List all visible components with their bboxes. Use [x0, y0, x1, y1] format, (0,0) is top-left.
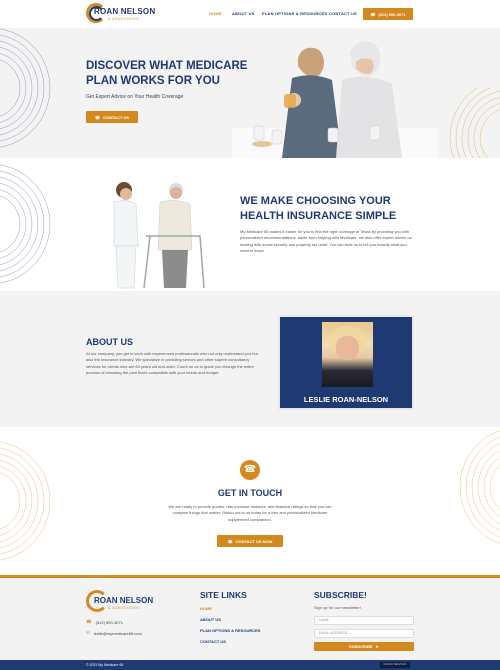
decorative-arcs-left — [0, 164, 51, 284]
subscribe-text: Sign up for our newsletter! — [314, 605, 361, 610]
photo-face — [336, 336, 359, 360]
footer-link-home[interactable]: HOME — [200, 606, 212, 611]
design-badge[interactable]: DESIGN SERVICES — [380, 662, 410, 668]
hero-image-two-women — [232, 41, 438, 158]
newsletter-email-input[interactable]: EMAIL ADDRESS — [314, 629, 414, 638]
subscribe-button[interactable]: SUBSCRIBE ➤ — [314, 642, 414, 651]
copyright-text: © 2021 My Medicare 65 — [86, 663, 124, 667]
footer-link-plan-options[interactable]: PLAN OPTIONS & RESOURCES — [200, 628, 260, 633]
get-in-touch-section: ☎ GET IN TOUCH We are ready to provide q… — [0, 427, 500, 575]
hero-subtitle: Get Expert Advice on Your Health Coverag… — [86, 94, 184, 100]
touch-body: We are ready to provide quotes, rate-inc… — [168, 504, 332, 522]
envelope-icon: ✉ — [86, 630, 90, 635]
nurse-helping-senior-image — [113, 182, 205, 289]
site-footer: ROAN NELSON & ASSOCIATES ☎ (512) 590-307… — [0, 575, 500, 660]
subscribe-title: SUBSCRIBE! — [314, 590, 367, 600]
footer-logo-subtitle: & ASSOCIATES — [108, 606, 140, 610]
footer-link-contact-us[interactable]: CONTACT US — [200, 639, 226, 644]
about-body: At our company, you get to work with exp… — [86, 351, 258, 376]
hero-contact-button[interactable]: ☎ CONTACT US — [86, 111, 138, 123]
leslie-profile-card: LESLIE ROAN-NELSON — [278, 315, 414, 410]
send-icon: ➤ — [375, 644, 379, 649]
simple-insurance-section: WE MAKE CHOOSING YOUR HEALTH INSURANCE S… — [0, 158, 500, 291]
phone-icon: ☎ — [95, 114, 101, 120]
phone-icon: ☎ — [86, 619, 92, 624]
phone-icon: ☎ — [370, 11, 376, 17]
hero-contact-label: CONTACT US — [103, 114, 129, 120]
section2-title: WE MAKE CHOOSING YOUR HEALTH INSURANCE S… — [240, 195, 397, 222]
decorative-arcs-right — [459, 430, 500, 544]
section2-body: My Medicare 65 makes it easier for you t… — [240, 229, 412, 254]
decorative-arcs-left — [0, 28, 51, 148]
site-links-title: SITE LINKS — [200, 590, 247, 600]
nav-contact-us[interactable]: CONTACT US — [329, 11, 357, 16]
footer-email[interactable]: ✉ leslie@mymedicare65.com — [86, 630, 142, 636]
about-section: ABOUT US At our company, you get to work… — [0, 291, 500, 427]
logo-subtitle: & ASSOCIATES — [108, 17, 140, 21]
subscribe-label: SUBSCRIBE — [349, 644, 373, 649]
phone-icon: ☎ — [227, 538, 233, 544]
phone-circle-icon: ☎ — [240, 460, 260, 480]
footer-email-text: leslie@mymedicare65.com — [93, 630, 142, 636]
header-phone-label: (512) 590-3071 — [378, 11, 406, 17]
hero-section: DISCOVER WHAT MEDICARE PLAN WORKS FOR YO… — [0, 28, 500, 158]
site-header: ROAN NELSON & ASSOCIATES HOME ABOUT US P… — [0, 0, 500, 28]
nav-home[interactable]: HOME — [209, 11, 222, 16]
footer-link-about-us[interactable]: ABOUT US — [200, 617, 221, 622]
site-logo[interactable]: ROAN NELSON & ASSOCIATES — [86, 3, 155, 25]
nav-about-us[interactable]: ABOUT US — [232, 11, 255, 16]
newsletter-name-input[interactable]: NAME — [314, 616, 414, 625]
contact-us-now-button[interactable]: ☎ CONTACT US NOW — [217, 535, 283, 547]
footer-bottom-bar: © 2021 My Medicare 65 DESIGN SERVICES — [0, 660, 500, 670]
logo-name: ROAN NELSON — [94, 7, 156, 16]
about-title: ABOUT US — [86, 337, 133, 347]
touch-title: GET IN TOUCH — [217, 488, 283, 498]
footer-logo[interactable]: ROAN NELSON & ASSOCIATES — [86, 590, 154, 614]
leslie-name: LESLIE ROAN-NELSON — [303, 395, 389, 404]
decorative-arcs-right — [449, 88, 500, 158]
leslie-photo — [322, 322, 373, 387]
footer-phone-text: (512) 590-3071 — [95, 619, 123, 625]
nav-plan-options[interactable]: PLAN OPTIONS & RESOURCES — [262, 11, 327, 16]
footer-logo-name: ROAN NELSON — [94, 596, 154, 605]
decorative-arcs-left — [0, 441, 50, 561]
footer-phone[interactable]: ☎ (512) 590-3071 — [86, 619, 123, 625]
contact-us-now-label: CONTACT US NOW — [235, 538, 273, 544]
header-phone-button[interactable]: ☎ (512) 590-3071 — [363, 8, 413, 20]
